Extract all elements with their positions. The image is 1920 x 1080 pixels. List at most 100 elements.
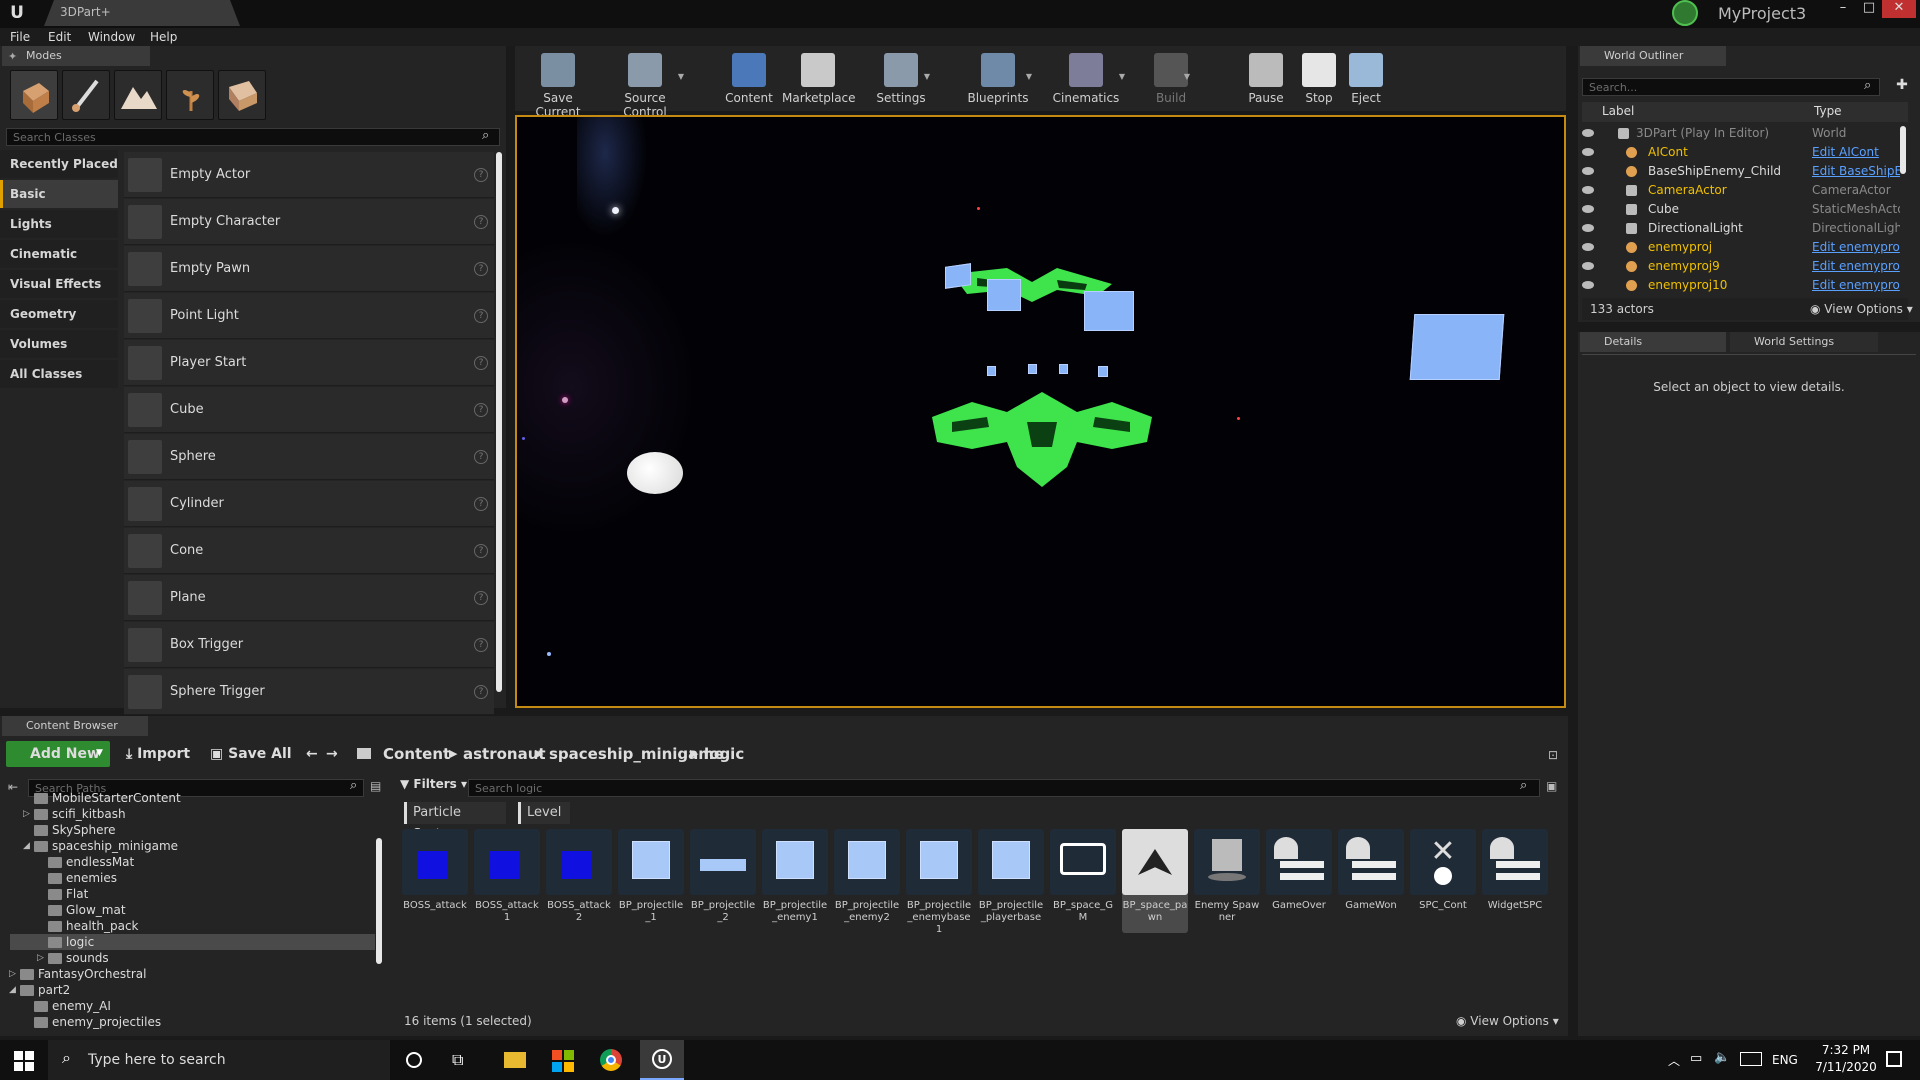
asset-spc-cont[interactable]: ✕ SPC_Cont bbox=[1410, 829, 1476, 912]
filter-chip-particle-system[interactable]: Particle System bbox=[404, 802, 506, 842]
breadcrumb-logic[interactable]: logic bbox=[704, 741, 744, 767]
visibility-eye-icon[interactable] bbox=[1582, 262, 1594, 270]
chevron-down-icon[interactable]: ▼ bbox=[678, 72, 684, 81]
microsoft-store-icon[interactable] bbox=[552, 1050, 574, 1072]
search-classes-input[interactable]: Search Classes bbox=[6, 128, 500, 146]
help-icon[interactable]: ? bbox=[474, 591, 488, 605]
place-mode-button[interactable] bbox=[10, 70, 58, 120]
marketplace-button[interactable]: Marketplace bbox=[782, 50, 856, 108]
tree-folder-glow-mat[interactable]: Glow_mat bbox=[10, 902, 375, 918]
filters-button[interactable]: ▼ Filters ▾ bbox=[400, 777, 467, 797]
save-all-button[interactable]: ▣ Save All bbox=[210, 741, 292, 767]
asset-bp-projectile-enemy1[interactable]: BP_projectile_enemy1 bbox=[762, 829, 828, 924]
class-item-point-light[interactable]: Point Light? bbox=[124, 293, 494, 339]
outliner-view-options[interactable]: ◉ View Options ▾ bbox=[1810, 302, 1913, 316]
tree-folder-part2[interactable]: ◢ part2 bbox=[9, 982, 375, 998]
import-button[interactable]: ⤓ Import bbox=[126, 741, 190, 767]
category-cinematic[interactable]: Cinematic bbox=[0, 240, 118, 268]
breadcrumb-separator-icon[interactable]: ▶ bbox=[535, 741, 543, 767]
outliner-row[interactable]: AICont Edit AICont bbox=[1582, 143, 1902, 162]
save-current-button[interactable]: Save Current bbox=[522, 50, 594, 119]
help-icon[interactable]: ? bbox=[474, 262, 488, 276]
outliner-row[interactable]: enemyproj9 Edit enemypro bbox=[1582, 257, 1902, 276]
outliner-row[interactable]: CameraActor CameraActor bbox=[1582, 181, 1902, 200]
landscape-mode-button[interactable] bbox=[114, 70, 162, 120]
outliner-row[interactable]: DirectionalLight DirectionalLight bbox=[1582, 219, 1902, 238]
class-item-empty-character[interactable]: Empty Character? bbox=[124, 199, 494, 245]
content-button[interactable]: Content bbox=[718, 50, 780, 108]
visibility-eye-icon[interactable] bbox=[1582, 167, 1594, 175]
asset-bp-projectile-2[interactable]: BP_projectile_2 bbox=[690, 829, 756, 924]
class-item-player-start[interactable]: Player Start? bbox=[124, 340, 494, 386]
asset-bp-projectile-enemy2[interactable]: BP_projectile_enemy2 bbox=[834, 829, 900, 924]
world-outliner-tab[interactable]: World Outliner bbox=[1580, 46, 1726, 66]
visibility-eye-icon[interactable] bbox=[1582, 243, 1594, 251]
cinematics-button[interactable]: Cinematics ▼ bbox=[1045, 50, 1127, 108]
asset-boss-attack2[interactable]: BOSS_attack2 bbox=[546, 829, 612, 924]
tree-folder-mobilestartercontent[interactable]: MobileStarterContent bbox=[10, 790, 375, 806]
forward-arrow-icon[interactable]: → bbox=[326, 741, 338, 767]
help-icon[interactable]: ? bbox=[474, 309, 488, 323]
breadcrumb-content[interactable]: Content bbox=[383, 741, 450, 767]
modes-tab[interactable]: Modes bbox=[2, 46, 150, 66]
class-item-empty-pawn[interactable]: Empty Pawn? bbox=[124, 246, 494, 292]
collapsed-arrow-icon[interactable]: ▷ bbox=[23, 806, 30, 822]
back-arrow-icon[interactable]: ← bbox=[306, 741, 318, 767]
windows-start-icon[interactable] bbox=[14, 1051, 34, 1071]
tree-folder-health-pack[interactable]: health_pack bbox=[10, 918, 375, 934]
help-icon[interactable]: ? bbox=[474, 638, 488, 652]
blueprints-button[interactable]: Blueprints ▼ bbox=[962, 50, 1034, 108]
outliner-row[interactable]: enemyproj10 Edit enemypro bbox=[1582, 276, 1902, 295]
source-control-button[interactable]: Source Control ▼ bbox=[604, 50, 686, 119]
type-column-header[interactable]: Type bbox=[1814, 104, 1842, 118]
settings-button[interactable]: Settings ▼ bbox=[870, 50, 932, 108]
menu-file[interactable]: File bbox=[10, 28, 30, 46]
visibility-eye-icon[interactable] bbox=[1582, 186, 1594, 194]
tree-folder-enemy-projectiles[interactable]: enemy_projectiles bbox=[10, 1014, 375, 1030]
outliner-search-input[interactable]: Search... bbox=[1582, 78, 1880, 96]
tree-folder-logic[interactable]: logic bbox=[10, 934, 375, 950]
clock-date[interactable]: 7/11/2020 bbox=[1812, 1060, 1880, 1074]
save-search-icon[interactable]: ▣ bbox=[1546, 779, 1557, 793]
label-column-header[interactable]: Label bbox=[1602, 104, 1634, 118]
paint-mode-button[interactable] bbox=[62, 70, 110, 120]
menu-help[interactable]: Help bbox=[150, 28, 177, 46]
help-icon[interactable]: ? bbox=[474, 685, 488, 699]
chevron-down-icon[interactable]: ▼ bbox=[1184, 72, 1190, 81]
collapsed-arrow-icon[interactable]: ▷ bbox=[9, 966, 16, 982]
outliner-type[interactable]: Edit enemypro bbox=[1812, 238, 1900, 257]
chevron-down-icon[interactable]: ▼ bbox=[924, 72, 930, 81]
class-item-plane[interactable]: Plane? bbox=[124, 575, 494, 621]
category-lights[interactable]: Lights bbox=[0, 210, 118, 238]
category-visual-effects[interactable]: Visual Effects bbox=[0, 270, 118, 298]
content-view-options[interactable]: ◉ View Options ▾ bbox=[1456, 1014, 1559, 1028]
asset-bp-projectile-1[interactable]: BP_projectile_1 bbox=[618, 829, 684, 924]
asset-gamewon[interactable]: GameWon bbox=[1338, 829, 1404, 912]
outliner-scrollbar[interactable] bbox=[1900, 126, 1906, 174]
visibility-eye-icon[interactable] bbox=[1582, 281, 1594, 289]
tree-folder-endlessmat[interactable]: endlessMat bbox=[10, 854, 375, 870]
chevron-down-icon[interactable]: ▼ bbox=[1026, 72, 1032, 81]
maximize-button[interactable]: □ bbox=[1856, 0, 1882, 18]
outliner-type[interactable]: Edit enemypro bbox=[1812, 276, 1900, 295]
asset-boss-attack[interactable]: BOSS_attack bbox=[402, 829, 468, 912]
details-tab[interactable]: Details bbox=[1580, 332, 1726, 352]
breadcrumb-astronaut[interactable]: astronaut bbox=[463, 741, 546, 767]
search-logic-input[interactable]: Search logic bbox=[468, 779, 1540, 797]
filter-chip-level[interactable]: Level bbox=[518, 802, 570, 824]
breadcrumb-separator-icon[interactable]: ▶ bbox=[690, 741, 698, 767]
menu-window[interactable]: Window bbox=[88, 28, 135, 46]
close-button[interactable]: ✕ bbox=[1882, 0, 1916, 18]
menu-edit[interactable]: Edit bbox=[48, 28, 71, 46]
add-filter-icon[interactable]: ✚ bbox=[1890, 77, 1914, 97]
asset-gameover[interactable]: GameOver bbox=[1266, 829, 1332, 912]
category-volumes[interactable]: Volumes bbox=[0, 330, 118, 358]
expanded-arrow-icon[interactable]: ◢ bbox=[23, 838, 30, 854]
collapsed-arrow-icon[interactable]: ▷ bbox=[37, 950, 44, 966]
help-icon[interactable]: ? bbox=[474, 403, 488, 417]
class-item-sphere-trigger[interactable]: Sphere Trigger? bbox=[124, 669, 494, 715]
world-settings-tab[interactable]: World Settings bbox=[1730, 332, 1878, 352]
outliner-type[interactable]: Edit BaseShipE bbox=[1812, 162, 1900, 181]
asset-bp-projectile-playerbase[interactable]: BP_projectile_playerbase bbox=[978, 829, 1044, 924]
tree-scrollbar[interactable] bbox=[376, 838, 382, 964]
